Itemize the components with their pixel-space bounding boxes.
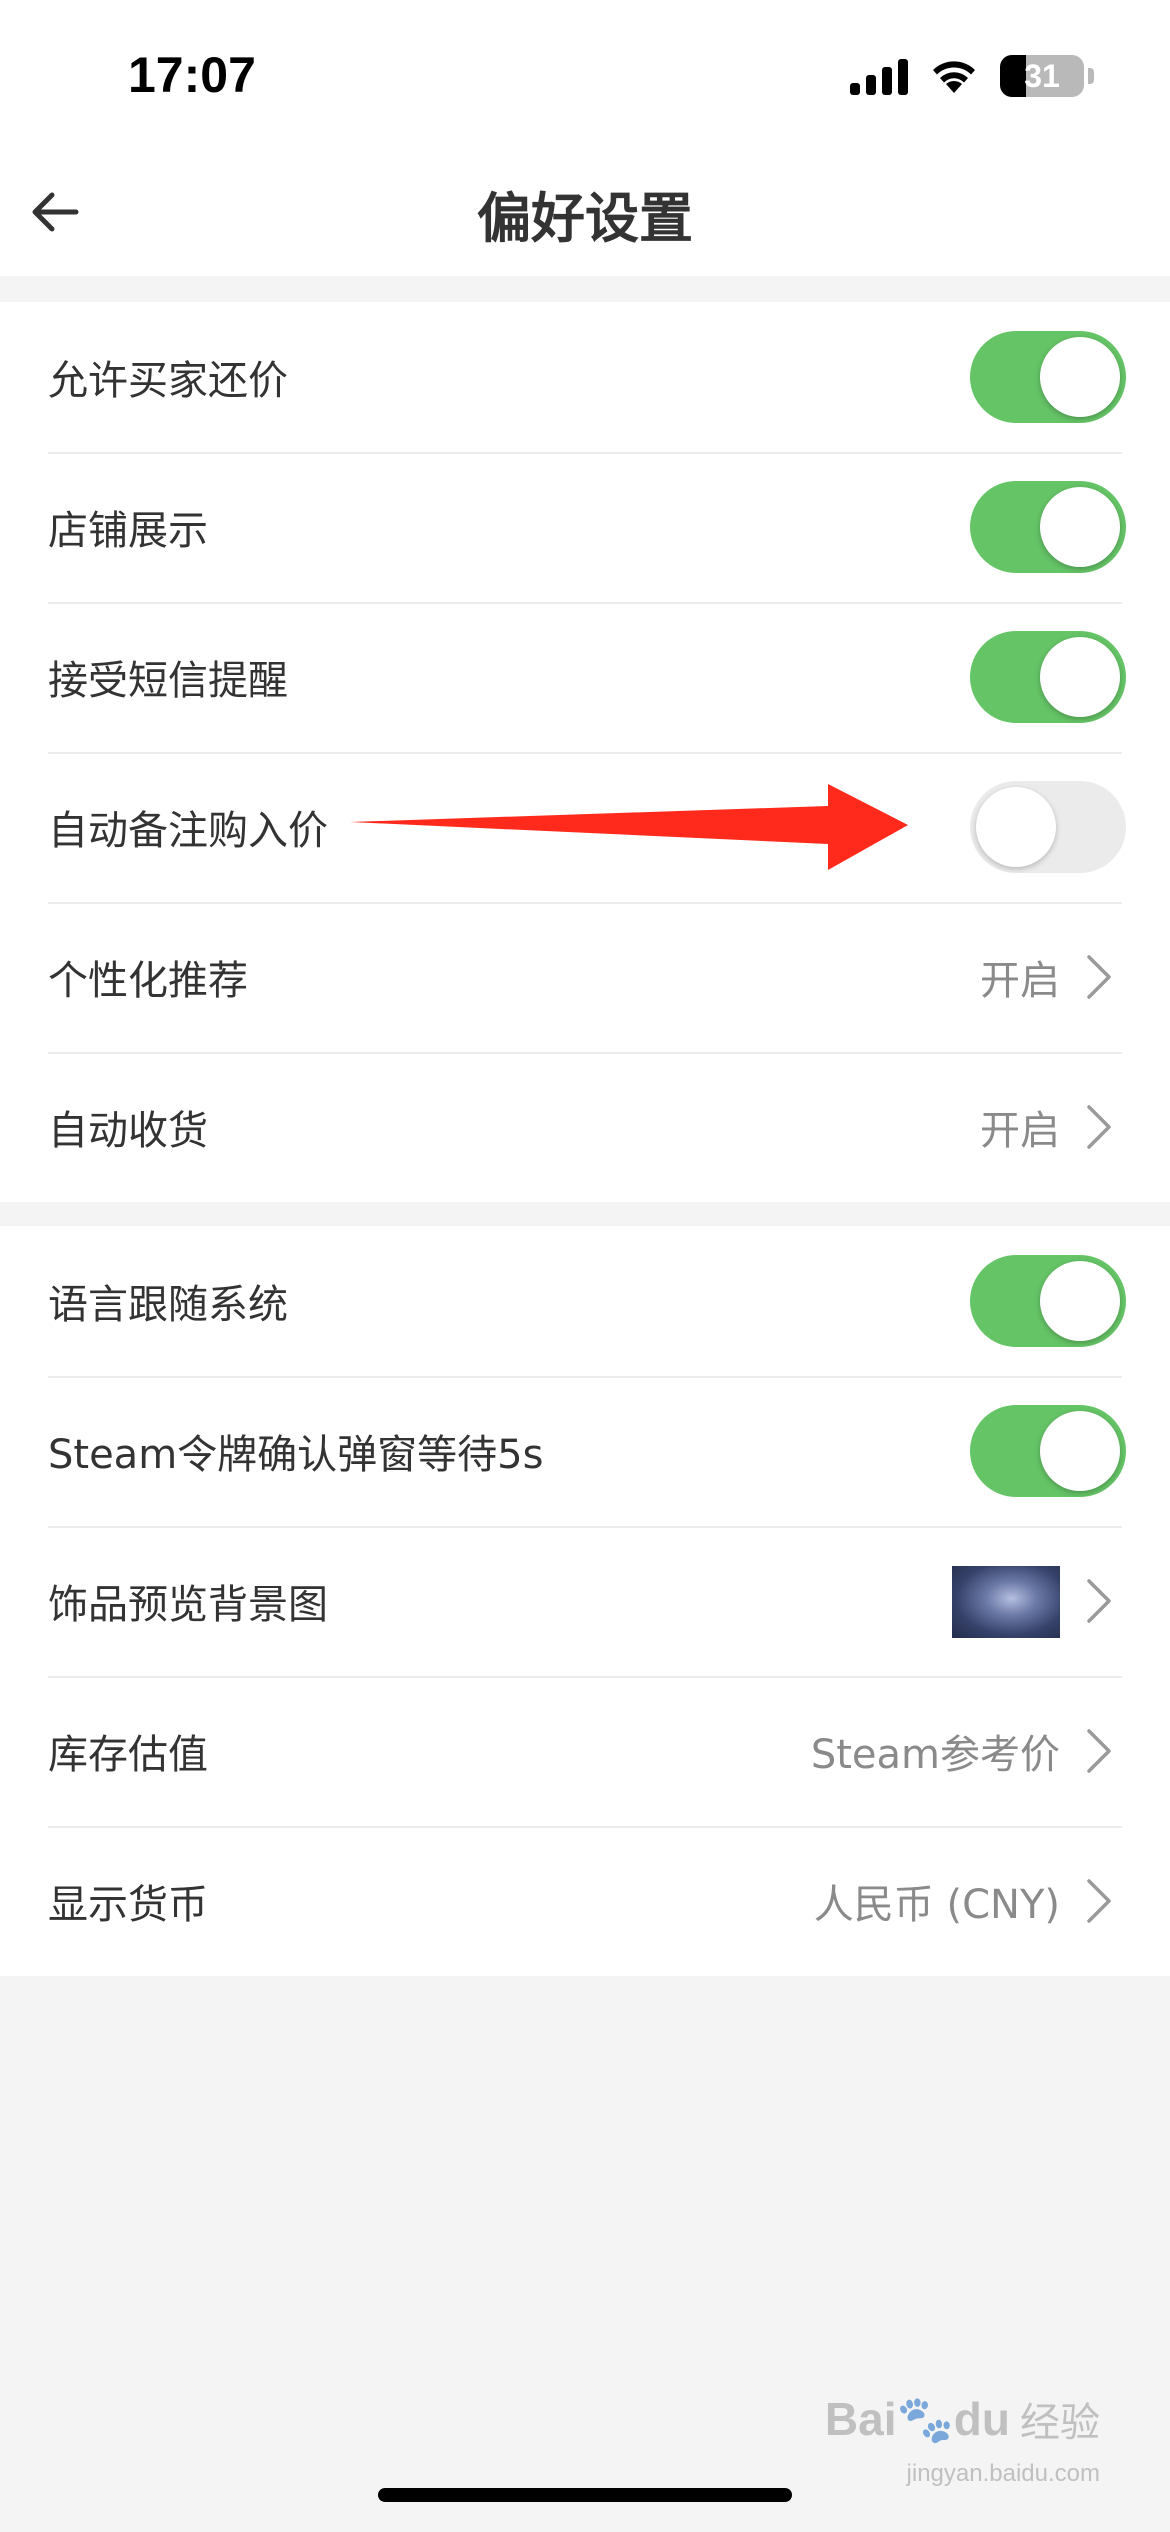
setting-value: Steam参考价: [810, 1732, 1060, 1778]
allow-bargain-toggle[interactable]: [970, 331, 1126, 423]
setting-value: 开启: [980, 958, 1060, 1004]
page-title: 偏好设置: [477, 186, 693, 250]
setting-label: 个性化推荐: [48, 958, 248, 1004]
setting-label: 接受短信提醒: [48, 658, 288, 704]
setting-label: 库存估值: [48, 1732, 208, 1778]
toggle-knob: [1040, 487, 1120, 567]
status-bar: 17:07 31: [0, 0, 1170, 150]
toggle-knob: [1040, 1261, 1120, 1341]
chevron-right-icon: [1087, 1105, 1111, 1149]
annotation-arrow: [350, 784, 908, 870]
toggle-knob: [1040, 637, 1120, 717]
settings-group-2: 语言跟随系统 Steam令牌确认弹窗等待5s 饰品预览背景图 库存估值 Stea…: [0, 1226, 1170, 1976]
setting-value: 开启: [980, 1108, 1060, 1154]
background-image-thumbnail: [952, 1566, 1060, 1638]
setting-label: 店铺展示: [48, 508, 208, 554]
steam-guard-wait-toggle[interactable]: [970, 1405, 1126, 1497]
setting-label: Steam令牌确认弹窗等待5s: [48, 1432, 544, 1478]
setting-row-store-display: 店铺展示: [0, 452, 1170, 602]
setting-row-follow-system-language: 语言跟随系统: [0, 1226, 1170, 1376]
battery-percentage: 31: [1024, 57, 1060, 94]
setting-label: 饰品预览背景图: [48, 1582, 328, 1628]
setting-row-preview-background[interactable]: 饰品预览背景图: [0, 1526, 1170, 1676]
setting-label: 显示货币: [48, 1882, 208, 1928]
home-indicator[interactable]: [378, 2488, 792, 2502]
setting-row-inventory-valuation[interactable]: 库存估值 Steam参考价: [0, 1676, 1170, 1826]
setting-row-sms-reminder: 接受短信提醒: [0, 602, 1170, 752]
sms-reminder-toggle[interactable]: [970, 631, 1126, 723]
setting-label: 允许买家还价: [48, 358, 288, 404]
chevron-right-icon: [1087, 1579, 1111, 1623]
battery-tip: [1088, 68, 1094, 84]
setting-label: 自动备注购入价: [48, 808, 328, 854]
setting-label: 自动收货: [48, 1108, 208, 1154]
wifi-icon: [933, 61, 975, 93]
setting-row-personalized-recommendation[interactable]: 个性化推荐 开启: [0, 902, 1170, 1052]
chevron-right-icon: [1087, 1729, 1111, 1773]
baidu-watermark: Bai🐾du 经验: [825, 2390, 1100, 2448]
auto-note-price-toggle[interactable]: [970, 781, 1126, 873]
store-display-toggle[interactable]: [970, 481, 1126, 573]
toggle-knob: [1040, 337, 1120, 417]
status-time: 17:07: [128, 47, 256, 103]
setting-value: 人民币 (CNY): [813, 1882, 1060, 1928]
status-icons: 31: [850, 52, 1094, 100]
setting-row-auto-receive[interactable]: 自动收货 开启: [0, 1052, 1170, 1202]
watermark-url: jingyan.baidu.com: [906, 2460, 1100, 2487]
battery-icon: 31: [1000, 55, 1084, 97]
signal-icon: [850, 57, 908, 95]
setting-row-allow-bargain: 允许买家还价: [0, 302, 1170, 452]
chevron-right-icon: [1087, 1879, 1111, 1923]
preferences-screen: 17:07 31 偏好设置 允许买家还价 店铺展示 接受短信提醒 自动备注购入价…: [0, 0, 1170, 2532]
setting-row-steam-guard-wait: Steam令牌确认弹窗等待5s: [0, 1376, 1170, 1526]
setting-row-display-currency[interactable]: 显示货币 人民币 (CNY): [0, 1826, 1170, 1976]
watermark-text: 经验: [1020, 2400, 1100, 2446]
setting-label: 语言跟随系统: [48, 1282, 288, 1328]
toggle-knob: [1040, 1411, 1120, 1491]
navigation-bar: 偏好设置: [0, 150, 1170, 276]
toggle-knob: [976, 787, 1056, 867]
chevron-right-icon: [1087, 955, 1111, 999]
settings-group-1: 允许买家还价 店铺展示 接受短信提醒 自动备注购入价 个性化推荐 开启 自动收货…: [0, 302, 1170, 1202]
watermark-logo-text: Bai🐾du: [824, 2392, 1010, 2445]
follow-system-language-toggle[interactable]: [970, 1255, 1126, 1347]
paw-icon: 🐾: [896, 2392, 954, 2445]
